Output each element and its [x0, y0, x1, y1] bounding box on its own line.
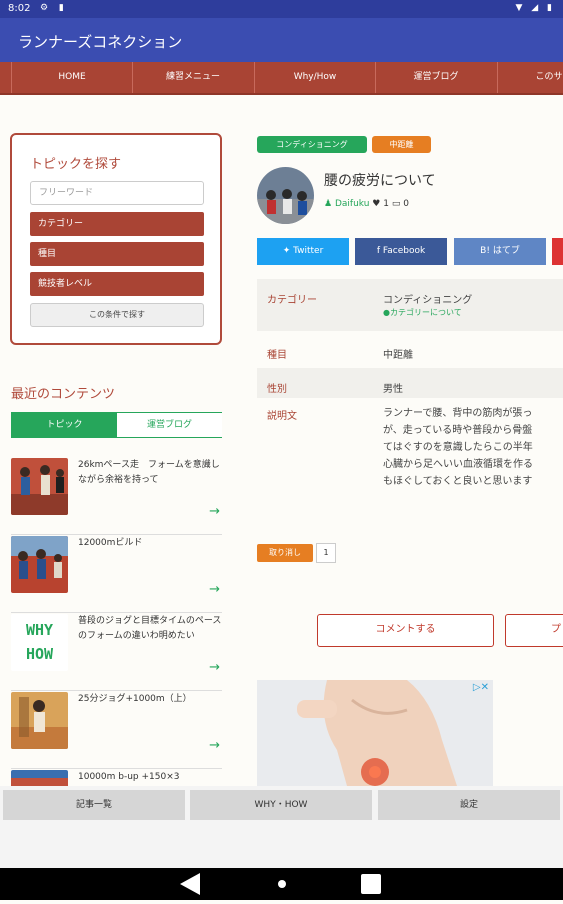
nav-practice-menu[interactable]: 練習メニュー: [132, 62, 253, 93]
why-how-logo-line2: HOW: [25, 645, 54, 663]
ad-image: [257, 680, 493, 786]
thumbnail-image: [11, 692, 68, 749]
recent-contents-title: 最近のコンテンツ: [11, 387, 116, 402]
cancel-button[interactable]: 取り消し: [257, 544, 313, 562]
topic-search-box: トピックを探す フリーワード カテゴリー 種目 競技者レベル この条件で探す: [10, 133, 222, 345]
gender-label: 性別: [267, 384, 287, 395]
thumbnail-image: [11, 536, 68, 593]
search-submit-button[interactable]: この条件で探す: [30, 303, 204, 327]
list-item-text: 10000m b-up +150×3: [78, 772, 180, 782]
hatena-icon: B!: [480, 246, 490, 256]
tab-topic[interactable]: トピック: [12, 413, 117, 437]
comment-icon: ▭: [391, 199, 401, 209]
list-item[interactable]: 26kmペース走 フォームを意識しながら余裕を持って →: [11, 458, 222, 535]
comments-count: 0: [403, 199, 409, 209]
info-row-event: 種目 中距離: [257, 334, 563, 368]
twitter-share-button[interactable]: ✦ Twitter: [257, 238, 349, 265]
avatar: [257, 167, 314, 224]
tag-conditioning[interactable]: コンディショニング: [257, 136, 367, 153]
status-bar: 8:02 ⚙ ▮ ▼ ◢ ▮: [0, 0, 563, 18]
arrow-right-icon: →: [209, 582, 220, 597]
info-row-category: カテゴリー コンディショニング ●カテゴリーについて: [257, 279, 563, 331]
arrow-right-icon: →: [209, 738, 220, 753]
list-item[interactable]: 12000mビルド →: [11, 536, 222, 613]
description-text: ランナーで腰、背中の筋肉が張っ が、走っている時や普段から骨盤 てはぐすのを意識…: [383, 408, 533, 487]
system-nav-bar: [0, 868, 563, 900]
twitter-icon: ✦: [282, 246, 291, 256]
cancel-count: 1: [316, 543, 336, 563]
tag-middle-distance[interactable]: 中距離: [372, 136, 431, 153]
nav-about[interactable]: このサイト: [497, 62, 563, 93]
ad-close-icon[interactable]: ▷✕: [473, 682, 489, 693]
nav-home[interactable]: HOME: [11, 62, 132, 93]
event-select[interactable]: 種目: [30, 242, 204, 266]
category-value: コンディショニング: [383, 295, 473, 306]
list-item-text: 25分ジョグ+1000m（上）: [78, 694, 192, 704]
category-select[interactable]: カテゴリー: [30, 212, 204, 236]
nav-why-how[interactable]: Why/How: [254, 62, 375, 93]
comment-button[interactable]: コメントする: [317, 614, 494, 647]
free-word-input[interactable]: フリーワード: [30, 181, 204, 205]
hatena-share-button[interactable]: B! はてブ: [454, 238, 546, 265]
extra-share-button[interactable]: [552, 238, 563, 265]
why-how-logo-line1: WHY: [25, 621, 54, 639]
search-title: トピックを探す: [30, 157, 122, 172]
recent-tabs: トピック 運営ブログ: [11, 412, 222, 438]
app-title: ランナーズコネクション: [18, 33, 183, 51]
list-item-text: 12000mビルド: [78, 538, 143, 548]
ad-banner[interactable]: ▷✕: [257, 680, 493, 786]
arrow-right-icon: →: [209, 504, 220, 519]
user-icon: ♟: [324, 199, 333, 209]
gender-value: 男性: [383, 384, 403, 395]
status-time: 8:02: [8, 3, 31, 14]
back-icon[interactable]: [180, 873, 200, 895]
category-label: カテゴリー: [267, 295, 317, 306]
secondary-button[interactable]: プ: [505, 614, 563, 647]
heart-icon[interactable]: ♥: [372, 199, 380, 209]
home-icon[interactable]: [278, 880, 286, 888]
wifi-battery-icons: ▼ ◢ ▮: [515, 3, 555, 13]
level-select[interactable]: 競技者レベル: [30, 272, 204, 296]
list-item-text: 26kmペース走 フォームを意識しながら余裕を持って: [78, 460, 220, 485]
desc-label: 説明文: [267, 411, 297, 422]
category-about-link[interactable]: ●カテゴリーについて: [383, 307, 462, 318]
info-row-gender: 性別 男性: [257, 368, 563, 398]
why-how-logo: WHY HOW: [11, 614, 68, 671]
bottom-tab-whyhow[interactable]: WHY・HOW: [190, 790, 372, 820]
app-bar: ランナーズコネクション: [0, 18, 563, 62]
thumbnail-image: [11, 458, 68, 515]
likes-count: 1: [383, 199, 389, 209]
arrow-right-icon: →: [209, 660, 220, 675]
list-item[interactable]: 25分ジョグ+1000m（上） →: [11, 692, 222, 769]
facebook-share-button[interactable]: f Facebook: [355, 238, 447, 265]
event-value: 中距離: [383, 350, 413, 361]
bottom-tab-settings[interactable]: 設定: [378, 790, 560, 820]
main-nav: HOME 練習メニュー Why/How 運営ブログ このサイト: [0, 62, 563, 95]
post-meta: ♟ Daifuku ♥ 1 ▭ 0: [324, 199, 409, 209]
facebook-icon: f: [376, 246, 380, 256]
tab-blog[interactable]: 運営ブログ: [117, 413, 222, 437]
bottom-tab-articles[interactable]: 記事一覧: [3, 790, 185, 820]
author-link[interactable]: Daifuku: [335, 199, 369, 209]
list-item-text: 普段のジョグと目標タイムのペースのフォームの違いわ明めたい: [78, 616, 222, 641]
list-item[interactable]: WHY HOW 普段のジョグと目標タイムのペースのフォームの違いわ明めたい →: [11, 614, 222, 691]
notification-icons: ⚙ ▮: [40, 3, 68, 13]
bottom-tab-bar: 記事一覧 WHY・HOW 設定: [0, 786, 563, 868]
post-title: 腰の疲労について: [324, 173, 436, 189]
event-label: 種目: [267, 350, 287, 361]
recents-icon[interactable]: [361, 874, 381, 894]
nav-blog[interactable]: 運営ブログ: [375, 62, 496, 93]
